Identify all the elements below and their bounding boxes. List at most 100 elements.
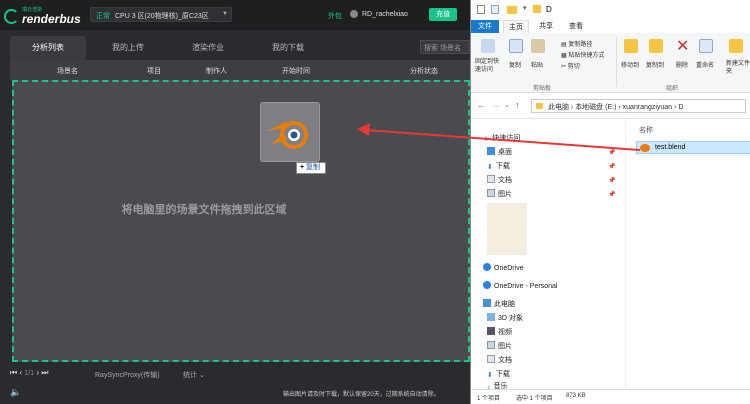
outsource-label[interactable]: 外包 (328, 11, 342, 21)
paste-shortcut-button[interactable]: ▦ 粘贴快捷方式 (561, 50, 604, 59)
nav-pc-documents[interactable]: 文档 (487, 355, 512, 367)
ribbon-tab-home[interactable]: 主页 (503, 20, 529, 33)
paste-icon[interactable] (531, 39, 545, 53)
transfer-proxy-label[interactable]: RaySyncProxy(传输) (95, 370, 160, 380)
selected-count: 选中 1 个项目 (516, 396, 553, 402)
nav-videos[interactable]: 视频 (487, 327, 512, 339)
column-name[interactable]: 名称 (639, 125, 653, 135)
ribbon-tabs: 文件 主页 共享 查看 (471, 20, 750, 33)
page-indicator: 1/1 (24, 370, 35, 377)
pin-quick-access-button[interactable]: 固定到快速访问 (475, 58, 501, 74)
user-avatar[interactable] (350, 10, 358, 18)
file-explorer-window: ▾ D 文件 主页 共享 查看 固定到快速访问 复制 粘贴 ▤ 复制路径 ▦ 粘… (470, 0, 750, 404)
cut-button[interactable]: ✂ 剪切 (561, 61, 580, 70)
pin-icon[interactable]: 📌 (608, 177, 615, 184)
nav-label: 此电脑 (494, 301, 515, 308)
next-page-icon[interactable]: › (36, 368, 39, 377)
delete-icon[interactable]: ✕ (676, 36, 689, 56)
dragged-blender-file[interactable] (260, 102, 320, 162)
file-row-selected[interactable]: test.blend (636, 141, 750, 154)
move-to-button[interactable]: 移动到 (621, 60, 639, 69)
tab-my-uploads[interactable]: 我的上传 (90, 36, 166, 60)
recent-locations-chevron-icon[interactable]: ⌄ (504, 101, 510, 109)
nav-pc-pictures[interactable]: 图片 (487, 341, 512, 353)
stats-dropdown[interactable]: 统计 ⌄ (183, 370, 205, 380)
ribbon-tab-share[interactable]: 共享 (535, 20, 557, 33)
path-segment[interactable]: D (678, 104, 683, 111)
nav-label: 视频 (498, 329, 512, 336)
nav-desktop[interactable]: 桌面 (487, 147, 512, 159)
rename-icon[interactable] (699, 39, 713, 53)
nav-onedrive-personal[interactable]: OneDrive - Personal (483, 281, 557, 293)
move-to-icon[interactable] (624, 39, 638, 53)
speaker-icon[interactable]: 🔈 (10, 387, 21, 398)
scene-drop-zone[interactable]: + 复制 将电脑里的场景文件拖拽到此区域 (12, 80, 470, 362)
nav-quick-access[interactable]: ★ 快速访问 (483, 133, 520, 145)
user-name[interactable]: RD_rachelxiao (362, 11, 408, 18)
copy-to-button[interactable]: 复制到 (646, 60, 664, 69)
new-folder-button[interactable]: 新建文件夹 (726, 60, 750, 76)
paste-button[interactable]: 粘贴 (531, 60, 543, 69)
paste-shortcut-label: 粘贴快捷方式 (568, 53, 605, 59)
nav-onedrive[interactable]: OneDrive (483, 263, 524, 275)
new-folder-icon[interactable] (507, 6, 517, 14)
properties-icon[interactable] (491, 5, 499, 14)
up-arrow-icon[interactable]: ↑ (515, 100, 520, 110)
selected-size: 873 KB (566, 393, 586, 399)
server-status: 正常 (96, 13, 110, 20)
nav-label: OneDrive - Personal (494, 283, 558, 290)
first-page-icon[interactable]: ⏮ (10, 368, 17, 377)
rename-button[interactable]: 重命名 (696, 60, 714, 69)
nav-label: 3D 对象 (498, 315, 523, 322)
copy-path-button[interactable]: ▤ 复制路径 (561, 39, 592, 48)
tab-analysis-list[interactable]: 分析列表 (10, 36, 86, 60)
path-segment[interactable]: xuanrangziyuan (623, 104, 672, 111)
server-selector[interactable]: 正常 CPU 3 区(20物理核)_原C23区 ▼ (90, 7, 232, 22)
prev-page-icon[interactable]: ‹ (19, 368, 22, 377)
path-segment[interactable]: 本地磁盘 (E:) (575, 104, 616, 111)
renderbus-logo-icon (4, 9, 19, 24)
column-scene-name[interactable]: 场景名 (57, 66, 78, 76)
pin-icon[interactable]: 📌 (608, 149, 615, 156)
nav-label: 文档 (498, 177, 512, 184)
nav-pictures[interactable]: 图片 (487, 189, 512, 201)
tab-render-jobs[interactable]: 渲染作业 (170, 36, 246, 60)
pin-icon[interactable]: 📌 (608, 163, 615, 170)
pin-icon[interactable]: 📌 (608, 191, 615, 198)
column-analysis-status[interactable]: 分析状态 (410, 66, 438, 76)
new-folder-ribbon-icon[interactable] (729, 39, 743, 53)
copy-icon[interactable] (509, 39, 523, 53)
address-bar: ← → ⌄ ↑ 此电脑 › 本地磁盘 (E:) › xuanrangziyuan… (471, 95, 750, 119)
copy-button[interactable]: 复制 (509, 60, 521, 69)
recharge-button[interactable]: 充值 (429, 8, 457, 21)
pin-icon[interactable] (481, 39, 495, 53)
forward-arrow-icon[interactable]: → (491, 100, 500, 110)
column-start-time[interactable]: 开始时间 (282, 66, 310, 76)
copy-to-icon[interactable] (649, 39, 663, 53)
back-arrow-icon[interactable]: ← (477, 100, 486, 110)
nav-this-pc[interactable]: 此电脑 (483, 299, 515, 311)
quick-access-toolbar-chevron-icon[interactable]: ▾ (523, 4, 527, 12)
column-project[interactable]: 项目 (147, 66, 161, 76)
paste-shortcut-icon: ▦ (561, 53, 567, 59)
nav-label: 快速访问 (492, 135, 521, 142)
nav-downloads[interactable]: ⬇ 下载 (487, 161, 510, 173)
nav-pc-downloads[interactable]: ⬇ 下载 (487, 369, 510, 381)
delete-button[interactable]: 删除 (676, 60, 688, 69)
cloud-icon (483, 281, 491, 289)
nav-documents[interactable]: 文档 (487, 175, 512, 187)
ribbon-divider (616, 37, 617, 87)
scene-search-input[interactable]: 搜索 场景名 (420, 40, 470, 54)
nav-3d-objects[interactable]: 3D 对象 (487, 313, 523, 325)
last-page-icon[interactable]: ⏭ (41, 368, 48, 377)
ribbon-tab-view[interactable]: 查看 (565, 20, 587, 33)
blender-file-icon (640, 144, 650, 152)
video-icon (487, 327, 495, 335)
column-producer[interactable]: 制作人 (206, 66, 227, 76)
address-path[interactable]: 此电脑 › 本地磁盘 (E:) › xuanrangziyuan › D (531, 99, 746, 113)
nav-label: 文档 (498, 357, 512, 364)
ribbon-tab-file[interactable]: 文件 (471, 20, 499, 33)
tab-my-downloads[interactable]: 我的下载 (250, 36, 326, 60)
cut-label: 剪切 (567, 64, 580, 70)
path-segment[interactable]: 此电脑 (548, 104, 569, 111)
